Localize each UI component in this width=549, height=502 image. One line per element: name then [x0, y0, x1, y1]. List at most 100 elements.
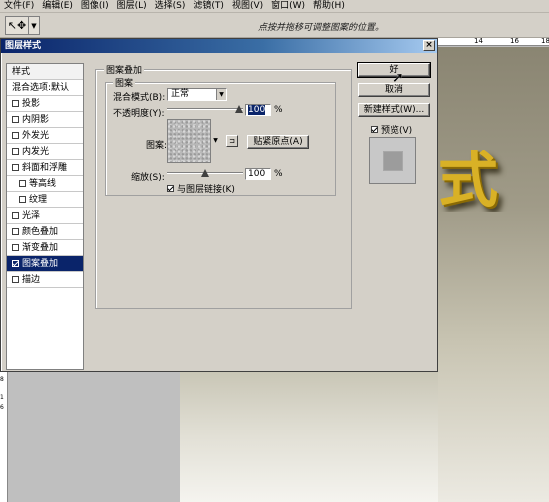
opacity-slider-track — [167, 108, 243, 110]
style-list-item[interactable]: 光泽 — [7, 208, 83, 224]
style-list-header-label: 样式 — [12, 66, 31, 77]
new-preset-icon: ⊐ — [229, 137, 235, 145]
new-style-button[interactable]: 新建样式(W)... — [358, 103, 430, 117]
ruler-vertical: 8 1 6 — [0, 372, 8, 502]
menu-filter[interactable]: 滤镜(T) — [189, 0, 228, 12]
options-bar: ↖✥ ▼ 点按并拖移可调整图案的位置。 — [0, 13, 549, 38]
ruler-tick: 16 — [510, 37, 519, 45]
opacity-unit: % — [274, 105, 283, 115]
style-list-item-label: 混合选项:默认 — [12, 82, 70, 93]
checkbox-icon[interactable] — [371, 126, 378, 133]
style-list-item-label: 斜面和浮雕 — [22, 162, 68, 173]
style-list-header[interactable]: 样式 — [7, 64, 83, 80]
style-list-item[interactable]: 颜色叠加 — [7, 224, 83, 240]
close-button[interactable]: × — [423, 40, 435, 51]
style-list-item[interactable]: 描边 — [7, 272, 83, 288]
opacity-slider-thumb[interactable] — [235, 105, 243, 113]
ruler-tick: 14 — [474, 37, 483, 45]
chevron-down-icon: ▼ — [216, 89, 226, 100]
menu-image[interactable]: 图像(I) — [77, 0, 113, 12]
menu-bar: 文件(F) 编辑(E) 图像(I) 图层(L) 选择(S) 滤镜(T) 视图(V… — [0, 0, 549, 13]
style-list-item[interactable]: 内发光 — [7, 144, 83, 160]
dialog-titlebar[interactable]: 图层样式 × — [1, 39, 437, 53]
menu-help[interactable]: 帮助(H) — [309, 0, 349, 12]
chevron-down-icon[interactable]: ▼ — [28, 17, 39, 34]
style-list: 样式 混合选项:默认投影内阴影外发光内发光斜面和浮雕等高线纹理光泽颜色叠加渐变叠… — [6, 63, 84, 370]
chevron-down-icon: ▼ — [213, 137, 218, 144]
style-list-item-label: 内阴影 — [22, 114, 50, 125]
ruler-tick: 8 — [0, 376, 4, 383]
pattern-label: 图案: — [146, 141, 168, 151]
opacity-input[interactable]: 100 — [245, 104, 271, 116]
style-list-item[interactable]: 投影 — [7, 96, 83, 112]
scale-slider[interactable] — [167, 169, 243, 178]
style-list-item-label: 投影 — [22, 98, 41, 109]
style-list-item-label: 图案叠加 — [22, 258, 59, 269]
ruler-tick: 1 — [0, 394, 4, 401]
document-background — [8, 372, 180, 502]
style-list-item[interactable]: 外发光 — [7, 128, 83, 144]
scale-input[interactable]: 100 — [245, 168, 271, 180]
link-with-layer-label: 与图层链接(K) — [177, 185, 235, 195]
checkbox-icon[interactable] — [12, 148, 19, 155]
style-list-item-label: 渐变叠加 — [22, 242, 59, 253]
checkbox-icon[interactable] — [167, 185, 174, 192]
style-list-item-label: 纹理 — [29, 194, 48, 205]
checkbox-icon[interactable] — [12, 100, 19, 107]
document-canvas-lower[interactable] — [180, 372, 438, 502]
ruler-tick: 6 — [0, 404, 4, 411]
menu-view[interactable]: 视图(V) — [228, 0, 267, 12]
tool-hint-text: 点按并拖移可调整图案的位置。 — [258, 23, 385, 33]
new-preset-button[interactable]: ⊐ — [226, 135, 238, 147]
tool-preset-picker[interactable]: ↖✥ ▼ — [5, 16, 40, 35]
style-list-item-label: 光泽 — [22, 210, 41, 221]
checkbox-icon[interactable] — [12, 116, 19, 123]
scale-label: 缩放(S): — [131, 173, 165, 183]
ruler-horizontal: 14 16 18 — [438, 37, 549, 46]
checkbox-icon[interactable] — [12, 132, 19, 139]
style-list-item-label: 描边 — [22, 274, 41, 285]
preview-checkbox[interactable]: 预览(V) — [371, 123, 412, 136]
style-list-item-label: 等高线 — [29, 178, 57, 189]
scale-slider-thumb[interactable] — [201, 169, 209, 177]
opacity-label: 不透明度(Y): — [113, 109, 165, 119]
pattern-swatch[interactable] — [167, 119, 211, 163]
pattern-picker-arrow[interactable]: ▼ — [212, 119, 219, 163]
style-list-item-label: 颜色叠加 — [22, 226, 59, 237]
menu-edit[interactable]: 编辑(E) — [38, 0, 77, 12]
document-canvas[interactable] — [438, 47, 549, 502]
checkbox-icon[interactable] — [19, 196, 26, 203]
menu-window[interactable]: 窗口(W) — [267, 0, 309, 12]
checkbox-icon[interactable] — [12, 276, 19, 283]
checkbox-icon[interactable] — [19, 180, 26, 187]
dialog-title: 图层样式 — [5, 41, 42, 51]
checkbox-icon[interactable] — [12, 260, 19, 267]
style-list-item[interactable]: 内阴影 — [7, 112, 83, 128]
pattern-group-title: 图案 — [113, 76, 136, 89]
checkbox-icon[interactable] — [12, 212, 19, 219]
style-list-item[interactable]: 斜面和浮雕 — [7, 160, 83, 176]
link-with-layer-checkbox[interactable]: 与图层链接(K) — [167, 182, 235, 195]
close-icon: × — [425, 40, 433, 50]
style-list-item[interactable]: 纹理 — [7, 192, 83, 208]
menu-file[interactable]: 文件(F) — [0, 0, 38, 12]
opacity-slider[interactable] — [167, 105, 243, 114]
style-list-item[interactable]: 等高线 — [7, 176, 83, 192]
style-preview-thumbnail — [369, 137, 416, 184]
mouse-pointer-icon: ➚ — [392, 70, 404, 86]
blend-mode-select[interactable]: 正常 ▼ — [167, 88, 227, 101]
checkbox-icon[interactable] — [12, 228, 19, 235]
style-list-item[interactable]: 图案叠加 — [7, 256, 83, 272]
new-style-label: 新建样式(W)... — [363, 105, 425, 115]
move-arrow-icon: ↖✥ — [7, 19, 27, 32]
snap-to-origin-button[interactable]: 贴紧原点(A) — [247, 135, 309, 149]
style-list-item-label: 内发光 — [22, 146, 50, 157]
style-list-item[interactable]: 混合选项:默认 — [7, 80, 83, 96]
menu-select[interactable]: 选择(S) — [151, 0, 190, 12]
checkbox-icon[interactable] — [12, 164, 19, 171]
checkbox-icon[interactable] — [12, 244, 19, 251]
pattern-overlay-title: 图案叠加 — [104, 63, 145, 76]
style-list-item[interactable]: 渐变叠加 — [7, 240, 83, 256]
preview-label: 预览(V) — [381, 126, 413, 136]
menu-layer[interactable]: 图层(L) — [113, 0, 151, 12]
